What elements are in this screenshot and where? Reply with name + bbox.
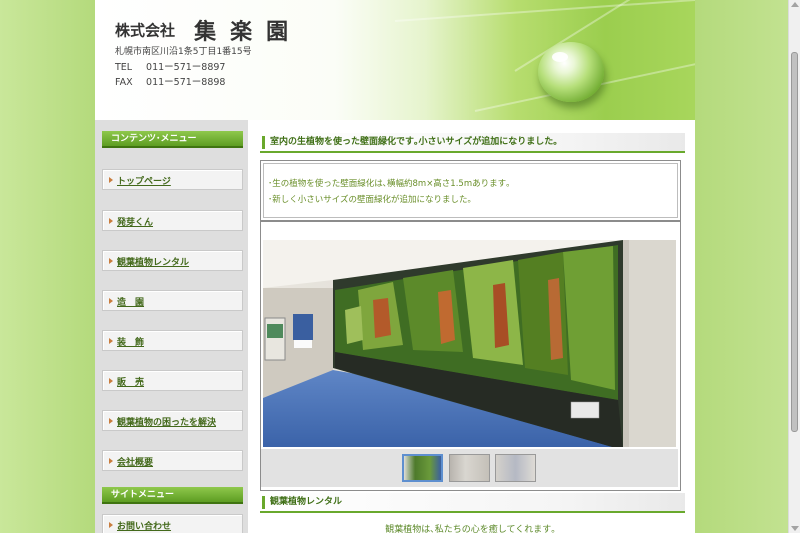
contents-menu-heading: コンテンツ･メニュー bbox=[102, 131, 243, 148]
main-content: 室内の生植物を使った壁面緑化です｡小さいサイズが追加になりました｡ ･生の植物を… bbox=[255, 120, 687, 533]
site-header: 株式会社 集楽園 札幌市南区川沿1条5丁目1番15号 TEL 011ー571ー8… bbox=[95, 0, 695, 120]
sidebar-link[interactable]: 販 売 bbox=[117, 375, 144, 388]
sidebar-link[interactable]: 会社概要 bbox=[117, 455, 153, 468]
page-wrapper: 株式会社 集楽園 札幌市南区川沿1条5丁目1番15号 TEL 011ー571ー8… bbox=[95, 0, 695, 533]
leaf-vein bbox=[394, 0, 695, 22]
thumbnail-strip bbox=[261, 449, 678, 487]
sidebar-item-hatsuga[interactable]: 発芽くん bbox=[102, 210, 243, 231]
sidebar-item-landscaping[interactable]: 造 園 bbox=[102, 290, 243, 311]
description-box-inner: ･生の植物を使った壁面緑化は､横幅約8m×高さ1.5mあります｡ ･新しく小さい… bbox=[263, 163, 678, 218]
water-drop-image bbox=[538, 42, 604, 102]
triangle-bullet-icon bbox=[109, 258, 113, 264]
fax-label: FAX bbox=[115, 77, 133, 88]
sidebar-item-sales[interactable]: 販 売 bbox=[102, 370, 243, 391]
sidebar-item-contact[interactable]: お問い合わせ bbox=[102, 514, 243, 533]
thumbnail-1[interactable] bbox=[402, 454, 443, 482]
triangle-bullet-icon bbox=[109, 522, 113, 528]
company-logo[interactable]: 株式会社 集楽園 bbox=[115, 14, 302, 46]
triangle-bullet-icon bbox=[109, 378, 113, 384]
company-name: 集楽園 bbox=[194, 19, 303, 45]
tel-label: TEL bbox=[115, 62, 133, 73]
company-tel: TEL 011ー571ー8897 bbox=[115, 59, 225, 73]
sidebar-item-top-page[interactable]: トップページ bbox=[102, 169, 243, 190]
vertical-scrollbar[interactable] bbox=[788, 0, 800, 533]
triangle-bullet-icon bbox=[109, 177, 113, 183]
thumbnail-3[interactable] bbox=[495, 454, 536, 482]
scroll-down-arrow-icon[interactable] bbox=[791, 526, 799, 531]
sidebar-link[interactable]: 造 園 bbox=[117, 295, 144, 308]
sidebar-link[interactable]: お問い合わせ bbox=[117, 519, 171, 532]
triangle-bullet-icon bbox=[109, 298, 113, 304]
site-menu-heading: サイトメニュー bbox=[102, 487, 243, 504]
sidebar-link[interactable]: トップページ bbox=[117, 174, 171, 187]
triangle-bullet-icon bbox=[109, 418, 113, 424]
company-fax: FAX 011ー571ー8898 bbox=[115, 74, 225, 88]
sidebar-link[interactable]: 装 飾 bbox=[117, 335, 144, 348]
triangle-bullet-icon bbox=[109, 458, 113, 464]
scroll-up-arrow-icon[interactable] bbox=[791, 2, 799, 7]
scrollbar-thumb[interactable] bbox=[791, 52, 798, 432]
page-background-left bbox=[0, 0, 95, 533]
wall-greening-photo-svg bbox=[263, 240, 676, 447]
sidebar-item-decoration[interactable]: 装 飾 bbox=[102, 330, 243, 351]
gallery-box bbox=[260, 221, 681, 491]
thumbnail-2[interactable] bbox=[449, 454, 490, 482]
section-title-wall-greening: 室内の生植物を使った壁面緑化です｡小さいサイズが追加になりました｡ bbox=[260, 133, 685, 153]
sidebar-item-company-profile[interactable]: 会社概要 bbox=[102, 450, 243, 471]
section-title-plant-rental: 観葉植物レンタル bbox=[260, 493, 685, 513]
sidebar-link[interactable]: 観葉植物の困ったを解決 bbox=[117, 415, 216, 428]
plant-rental-text: 観葉植物は､私たちの心を癒してくれます｡ bbox=[385, 525, 556, 533]
sidebar-item-plant-troubles[interactable]: 観葉植物の困ったを解決 bbox=[102, 410, 243, 431]
fax-number: 011ー571ー8898 bbox=[146, 77, 226, 88]
wall-greening-photo bbox=[263, 240, 676, 447]
sidebar-link[interactable]: 観葉植物レンタル bbox=[117, 255, 189, 268]
sidebar-item-plant-rental[interactable]: 観葉植物レンタル bbox=[102, 250, 243, 271]
triangle-bullet-icon bbox=[109, 218, 113, 224]
page-background-right bbox=[695, 0, 800, 533]
company-prefix: 株式会社 bbox=[115, 21, 176, 40]
triangle-bullet-icon bbox=[109, 338, 113, 344]
sidebar-link[interactable]: 発芽くん bbox=[117, 215, 153, 228]
tel-number: 011ー571ー8897 bbox=[146, 62, 226, 73]
description-line: ･新しく小さいサイズの壁面緑化が追加になりました｡ bbox=[268, 195, 472, 205]
description-box: ･生の植物を使った壁面緑化は､横幅約8m×高さ1.5mあります｡ ･新しく小さい… bbox=[260, 160, 681, 221]
company-address: 札幌市南区川沿1条5丁目1番15号 bbox=[115, 47, 252, 57]
sidebar: コンテンツ･メニュー トップページ 発芽くん 観葉植物レンタル 造 園 装 飾 … bbox=[95, 120, 248, 533]
description-line: ･生の植物を使った壁面緑化は､横幅約8m×高さ1.5mあります｡ bbox=[268, 179, 511, 189]
